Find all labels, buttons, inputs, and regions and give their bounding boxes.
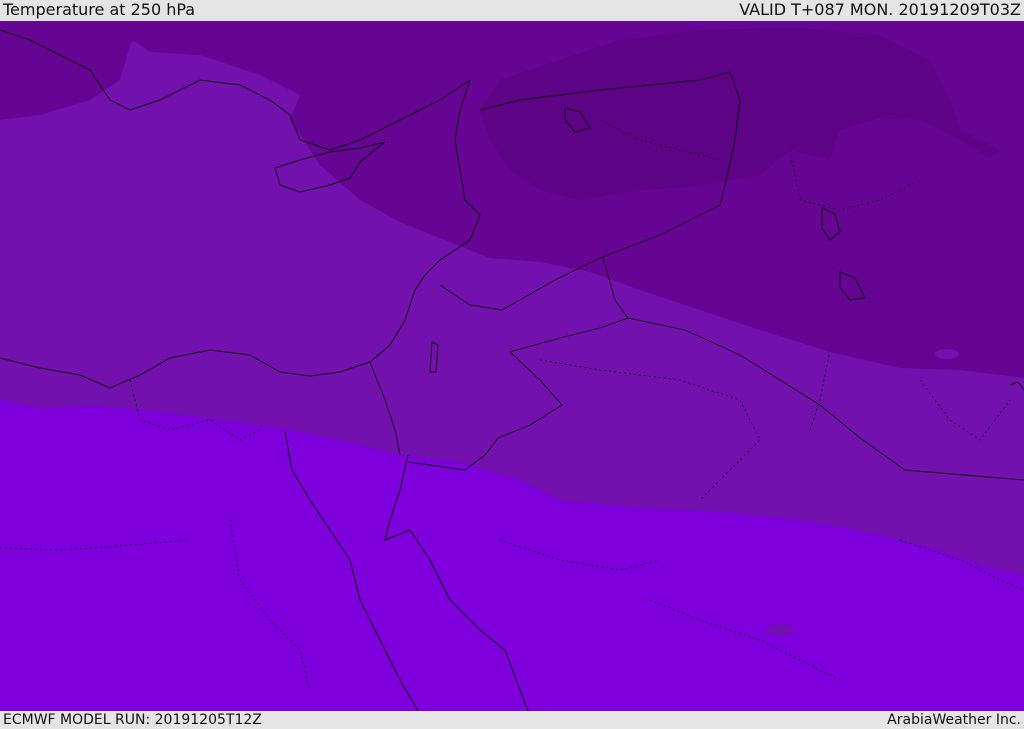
- temp-patch: [935, 349, 959, 359]
- valid-time-label: VALID T+087 MON. 20191209T03Z: [739, 0, 1021, 19]
- map-panel[interactable]: [0, 21, 1024, 711]
- map-title: Temperature at 250 hPa: [3, 0, 196, 19]
- credit-label: ArabiaWeather Inc.: [887, 712, 1021, 728]
- temperature-map[interactable]: [0, 21, 1024, 711]
- footer-bar: ECMWF MODEL RUN: 20191205T12Z ArabiaWeat…: [0, 711, 1024, 729]
- header-bar: Temperature at 250 hPa VALID T+087 MON. …: [0, 0, 1024, 21]
- model-run-label: ECMWF MODEL RUN: 20191205T12Z: [3, 712, 262, 728]
- temp-patch-south: [766, 625, 794, 635]
